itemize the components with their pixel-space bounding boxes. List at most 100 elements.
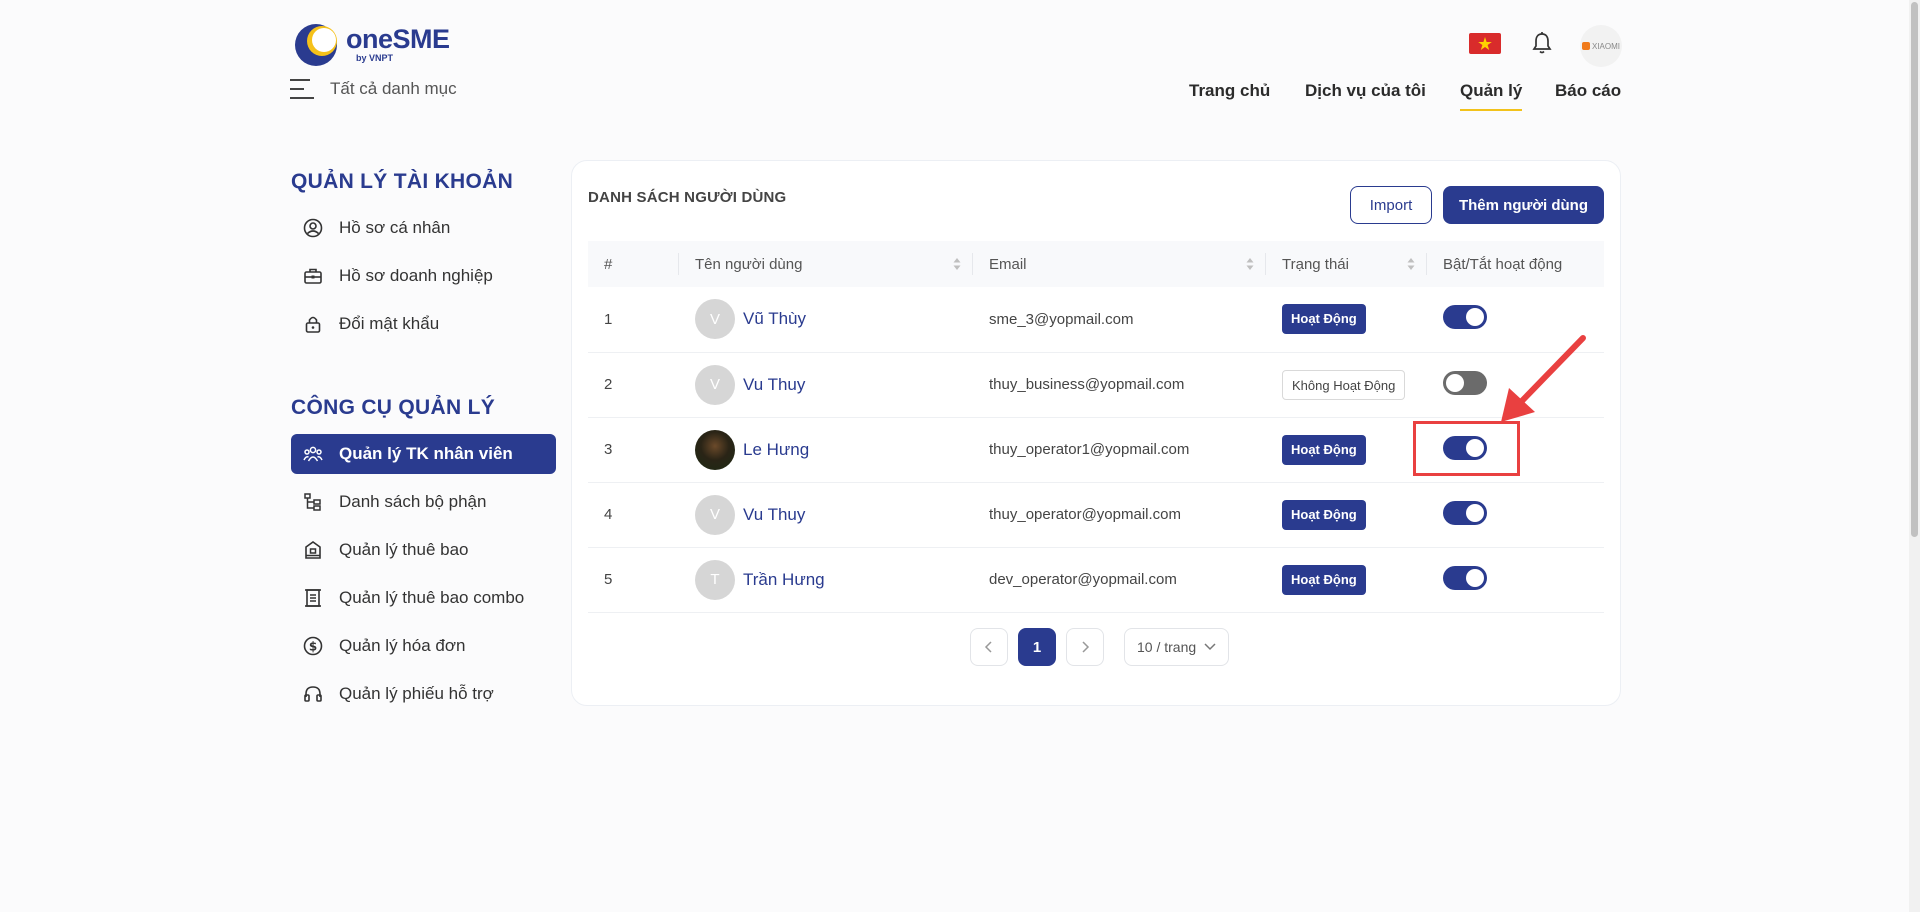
xiaomi-logo-icon	[1581, 42, 1590, 50]
sidebar-item-support-tickets[interactable]: Quản lý phiếu hỗ trợ	[291, 674, 556, 714]
avatar	[695, 429, 735, 470]
sidebar-item-label: Hồ sơ cá nhân	[339, 218, 451, 237]
nav-management[interactable]: Quản lý	[1460, 81, 1523, 111]
brand-name: oneSME	[346, 24, 450, 54]
briefcase-icon	[303, 266, 323, 286]
pagination: 1 10 / trang	[970, 628, 1229, 666]
user-email: thuy_operator1@yopmail.com	[973, 417, 1266, 483]
sidebar-item-invoices[interactable]: $ Quản lý hóa đơn	[291, 626, 556, 666]
user-name-link[interactable]: Trần Hưng	[743, 570, 825, 590]
headset-icon	[303, 684, 323, 704]
nav-home[interactable]: Trang chủ	[1189, 81, 1270, 101]
sidebar-item-subscriptions[interactable]: Quản lý thuê bao	[291, 530, 556, 570]
bell-icon[interactable]	[1531, 31, 1553, 55]
sidebar: QUẢN LÝ TÀI KHOẢN Hồ sơ cá nhân Hồ sơ do…	[291, 170, 556, 714]
row-index: 5	[588, 547, 679, 613]
active-toggle[interactable]	[1443, 370, 1487, 395]
sidebar-item-label: Quản lý phiếu hỗ trợ	[339, 684, 494, 703]
sort-icon[interactable]	[953, 257, 961, 271]
top-navigation: Trang chủ Dịch vụ của tôi Quản lý Báo cá…	[0, 81, 1920, 115]
user-name-link[interactable]: Vu Thuy	[743, 375, 805, 395]
sidebar-item-label: Quản lý thuê bao combo	[339, 588, 525, 607]
nav-my-services[interactable]: Dịch vụ của tôi	[1305, 81, 1426, 101]
active-toggle[interactable]	[1443, 305, 1487, 330]
chevron-left-icon	[984, 641, 992, 653]
chevron-right-icon	[1082, 641, 1090, 653]
sidebar-item-combo-subscriptions[interactable]: Quản lý thuê bao combo	[291, 578, 556, 618]
scrollbar-thumb[interactable]	[1911, 2, 1918, 537]
avatar: T	[695, 559, 735, 600]
sidebar-item-profile[interactable]: Hồ sơ cá nhân	[291, 208, 556, 248]
active-toggle[interactable]	[1443, 565, 1487, 590]
panel-title: DANH SÁCH NGƯỜI DÙNG	[588, 189, 787, 206]
sort-icon[interactable]	[1246, 257, 1254, 271]
active-toggle[interactable]	[1443, 500, 1487, 525]
annotation-arrow-icon	[1501, 335, 1586, 422]
sidebar-item-label: Quản lý thuê bao	[339, 540, 469, 559]
row-index: 2	[588, 352, 679, 418]
table-row: 5 T Trần Hưng dev_operator@yopmail.com Ho…	[588, 547, 1604, 613]
sidebar-item-change-password[interactable]: Đổi mật khẩu	[291, 304, 556, 344]
header: oneSME by VNPT Tất cả danh mục XIAOMI Tr…	[0, 0, 1920, 120]
status-badge: Hoạt Động	[1282, 564, 1366, 595]
avatar: V	[695, 364, 735, 405]
user-email: sme_3@yopmail.com	[973, 287, 1266, 353]
lock-icon	[303, 314, 323, 334]
logo-mark-icon	[292, 22, 340, 66]
status-badge: Hoạt Động	[1282, 304, 1366, 335]
page-scrollbar[interactable]	[1909, 0, 1920, 912]
chevron-down-icon	[1204, 643, 1216, 651]
user-name-link[interactable]: Vũ Thùy	[743, 309, 806, 329]
user-email: thuy_operator@yopmail.com	[973, 482, 1266, 548]
column-header-email[interactable]: Email	[973, 241, 1266, 287]
combo-icon	[303, 588, 323, 608]
add-user-button[interactable]: Thêm người dùng	[1443, 186, 1604, 224]
sidebar-item-business-profile[interactable]: Hồ sơ doanh nghiệp	[291, 256, 556, 296]
column-header-status[interactable]: Trạng thái	[1266, 241, 1427, 287]
user-email: dev_operator@yopmail.com	[973, 547, 1266, 613]
table-header-row: # Tên người dùng Email Trạng thái Bật/Tắ…	[588, 241, 1604, 287]
table-row: 1 V Vũ Thùy sme_3@yopmail.com Hoạt Động	[588, 287, 1604, 353]
sidebar-item-label: Quản lý hóa đơn	[339, 636, 466, 655]
dollar-icon: $	[303, 636, 323, 656]
page-1-button[interactable]: 1	[1018, 628, 1056, 666]
status-badge: Hoạt Động	[1282, 499, 1366, 530]
user-name-link[interactable]: Vu Thuy	[743, 505, 805, 525]
sidebar-item-label: Hồ sơ doanh nghiệp	[339, 266, 493, 285]
column-header-index: #	[588, 241, 679, 287]
row-index: 3	[588, 417, 679, 483]
table-row: 2 V Vu Thuy thuy_business@yopmail.com Khô…	[588, 352, 1604, 418]
nav-reports[interactable]: Báo cáo	[1555, 81, 1621, 101]
sidebar-item-label: Đổi mật khẩu	[339, 314, 440, 333]
status-badge: Hoạt Động	[1282, 434, 1366, 465]
sidebar-item-employee-accounts[interactable]: Quản lý TK nhân viên	[291, 434, 556, 474]
user-name-link[interactable]: Le Hưng	[743, 440, 809, 460]
table-row: 4 V Vu Thuy thuy_operator@yopmail.com Hoạ…	[588, 482, 1604, 548]
sidebar-item-label: Quản lý TK nhân viên	[339, 444, 513, 463]
page-size-select[interactable]: 10 / trang	[1124, 628, 1229, 666]
users-icon	[303, 444, 323, 464]
next-page-button[interactable]	[1066, 628, 1104, 666]
user-avatar[interactable]: XIAOMI	[1580, 25, 1622, 67]
status-badge: Không Hoạt Động	[1282, 369, 1406, 400]
row-index: 4	[588, 482, 679, 548]
user-circle-icon	[303, 218, 323, 238]
page-size-value: 10 / trang	[1137, 639, 1197, 655]
avatar: V	[695, 299, 735, 340]
brand-logo[interactable]: oneSME by VNPT	[292, 22, 450, 66]
tools-section-title: CÔNG CỤ QUẢN LÝ	[291, 396, 495, 419]
column-header-toggle: Bật/Tắt hoạt động	[1427, 241, 1604, 287]
sort-icon[interactable]	[1407, 257, 1415, 271]
row-index: 1	[588, 287, 679, 353]
column-header-name[interactable]: Tên người dùng	[679, 241, 973, 287]
sidebar-item-departments[interactable]: Danh sách bộ phận	[291, 482, 556, 522]
brand-sub: by VNPT	[356, 53, 394, 63]
sidebar-item-label: Danh sách bộ phận	[339, 492, 487, 511]
tree-icon	[303, 492, 323, 512]
account-section-title: QUẢN LÝ TÀI KHOẢN	[291, 170, 514, 193]
svg-text:$: $	[309, 640, 317, 654]
prev-page-button[interactable]	[970, 628, 1008, 666]
vietnam-flag-icon[interactable]	[1469, 33, 1501, 54]
user-email: thuy_business@yopmail.com	[973, 352, 1266, 418]
import-button[interactable]: Import	[1350, 186, 1432, 224]
